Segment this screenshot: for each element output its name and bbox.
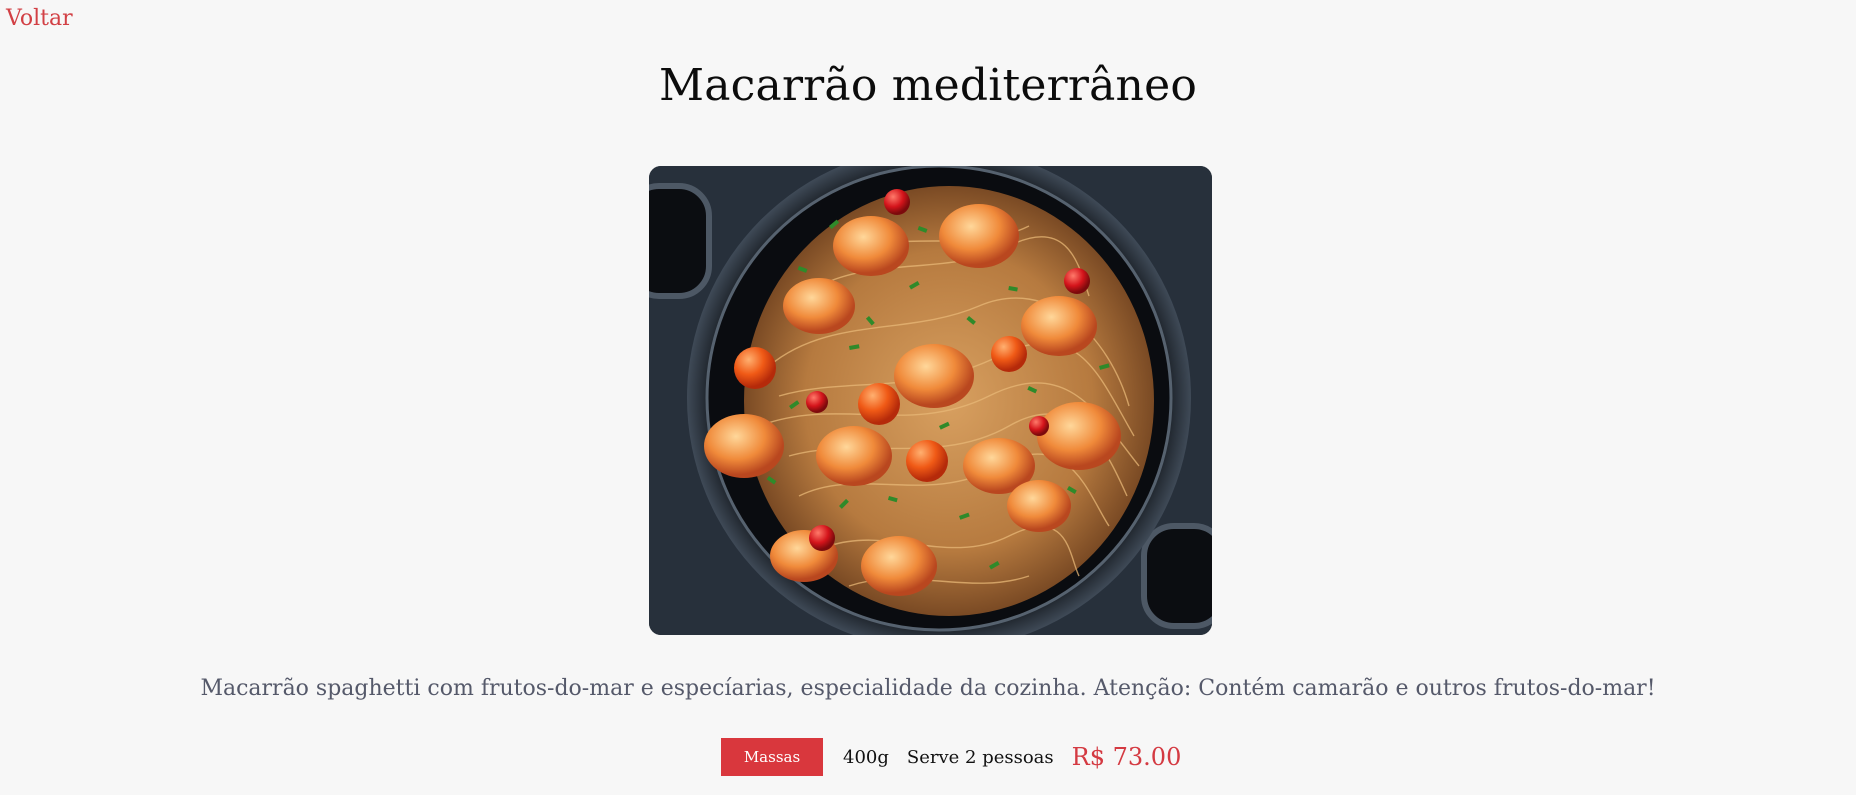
dish-meta-row: Massas 400g Serve 2 pessoas R$ 73.00 xyxy=(721,738,1181,776)
dish-description: Macarrão spaghetti com frutos-do-mar e e… xyxy=(200,676,1656,701)
product-detail-page: Voltar Macarrão mediterrâneo Macarrão sp… xyxy=(0,0,1856,795)
dish-weight: 400g xyxy=(843,746,889,768)
dish-price: R$ 73.00 xyxy=(1071,743,1182,771)
back-link[interactable]: Voltar xyxy=(6,6,73,31)
dish-image xyxy=(649,166,1212,635)
category-button[interactable]: Massas xyxy=(721,738,823,776)
dish-serves: Serve 2 pessoas xyxy=(906,746,1054,768)
page-title: Macarrão mediterrâneo xyxy=(658,60,1198,111)
